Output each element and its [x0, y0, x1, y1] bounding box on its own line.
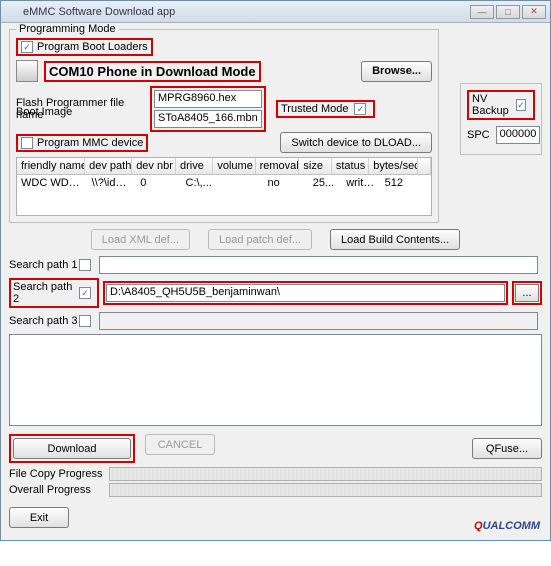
exit-button[interactable]: Exit — [9, 507, 69, 528]
mmc-label: Program MMC device — [37, 137, 143, 149]
spc-input[interactable]: 000000 — [496, 126, 540, 144]
trusted-mode-label: Trusted Mode — [281, 103, 348, 115]
mmc-checkbox[interactable] — [21, 137, 33, 149]
phone-icon — [16, 60, 38, 82]
th-drive[interactable]: drive — [176, 158, 213, 174]
programming-mode-legend: Programming Mode — [16, 23, 119, 35]
search-path-2-input[interactable]: D:\A8405_QH5U5B_benjaminwan\ — [106, 284, 505, 302]
programming-mode-group: Programming Mode Program Boot Loaders CO… — [9, 29, 439, 223]
qfuse-button[interactable]: QFuse... — [472, 438, 542, 459]
boot-image-label: Boot Image — [16, 106, 144, 118]
th-bytes-sect[interactable]: bytes/sect — [369, 158, 418, 174]
search-path-1-label: Search path 1 — [9, 259, 79, 271]
th-status[interactable]: status — [332, 158, 369, 174]
boot-image-input[interactable]: SToA8405_166.mbn — [154, 110, 262, 128]
window-title: eMMC Software Download app — [23, 6, 468, 18]
nv-backup-checkbox[interactable] — [516, 99, 526, 111]
maximize-button[interactable]: □ — [496, 5, 520, 19]
th-dev-nbr[interactable]: dev nbr — [132, 158, 176, 174]
search-path-1-input[interactable] — [99, 256, 538, 274]
load-build-button[interactable]: Load Build Contents... — [330, 229, 460, 250]
th-last[interactable] — [418, 158, 431, 174]
cancel-button[interactable]: CANCEL — [145, 434, 215, 455]
load-patch-button[interactable]: Load patch def... — [208, 229, 312, 250]
th-removal[interactable]: removal — [256, 158, 300, 174]
nv-backup-label: NV Backup — [472, 93, 516, 117]
th-volume[interactable]: volume — [213, 158, 255, 174]
search-path-3-input[interactable] — [99, 312, 538, 330]
flash-file-input[interactable]: MPRG8960.hex — [154, 90, 262, 108]
file-copy-label: File Copy Progress — [9, 468, 109, 480]
app-icon — [5, 5, 19, 19]
search-path-1-checkbox[interactable] — [79, 259, 91, 271]
search-path-3-checkbox[interactable] — [79, 315, 91, 327]
nv-backup-group: NV Backup SPC 000000 — [460, 83, 542, 155]
th-size[interactable]: size — [299, 158, 331, 174]
phone-status: COM10 Phone in Download Mode — [49, 64, 256, 79]
boot-loaders-checkbox[interactable] — [21, 41, 33, 53]
overall-progress — [109, 483, 542, 497]
titlebar: eMMC Software Download app — □ ✕ — [1, 1, 550, 23]
search-path-2-label: Search path 2 — [13, 281, 79, 305]
overall-label: Overall Progress — [9, 484, 109, 496]
search-path-2-checkbox[interactable] — [79, 287, 91, 299]
switch-dload-button[interactable]: Switch device to DLOAD... — [280, 132, 432, 153]
table-row[interactable]: WDC WD2500B... \\?\ide#... 0 C:\,... no … — [17, 175, 431, 191]
file-copy-progress — [109, 467, 542, 481]
log-output[interactable] — [9, 334, 542, 426]
spc-label: SPC — [467, 129, 490, 141]
search-path-2-browse[interactable]: ... — [515, 284, 539, 302]
minimize-button[interactable]: — — [470, 5, 494, 19]
search-path-3-label: Search path 3 — [9, 315, 79, 327]
download-button[interactable]: Download — [13, 438, 131, 459]
close-button[interactable]: ✕ — [522, 5, 546, 19]
qualcomm-logo: QUALCOMM — [474, 517, 540, 532]
boot-loaders-label: Program Boot Loaders — [37, 41, 148, 53]
load-xml-button[interactable]: Load XML def... — [91, 229, 190, 250]
th-friendly-name[interactable]: friendly name — [17, 158, 85, 174]
th-dev-path[interactable]: dev path — [85, 158, 132, 174]
device-table: friendly name dev path dev nbr drive vol… — [16, 157, 432, 216]
browse-button[interactable]: Browse... — [361, 61, 432, 82]
trusted-mode-checkbox[interactable] — [354, 103, 366, 115]
